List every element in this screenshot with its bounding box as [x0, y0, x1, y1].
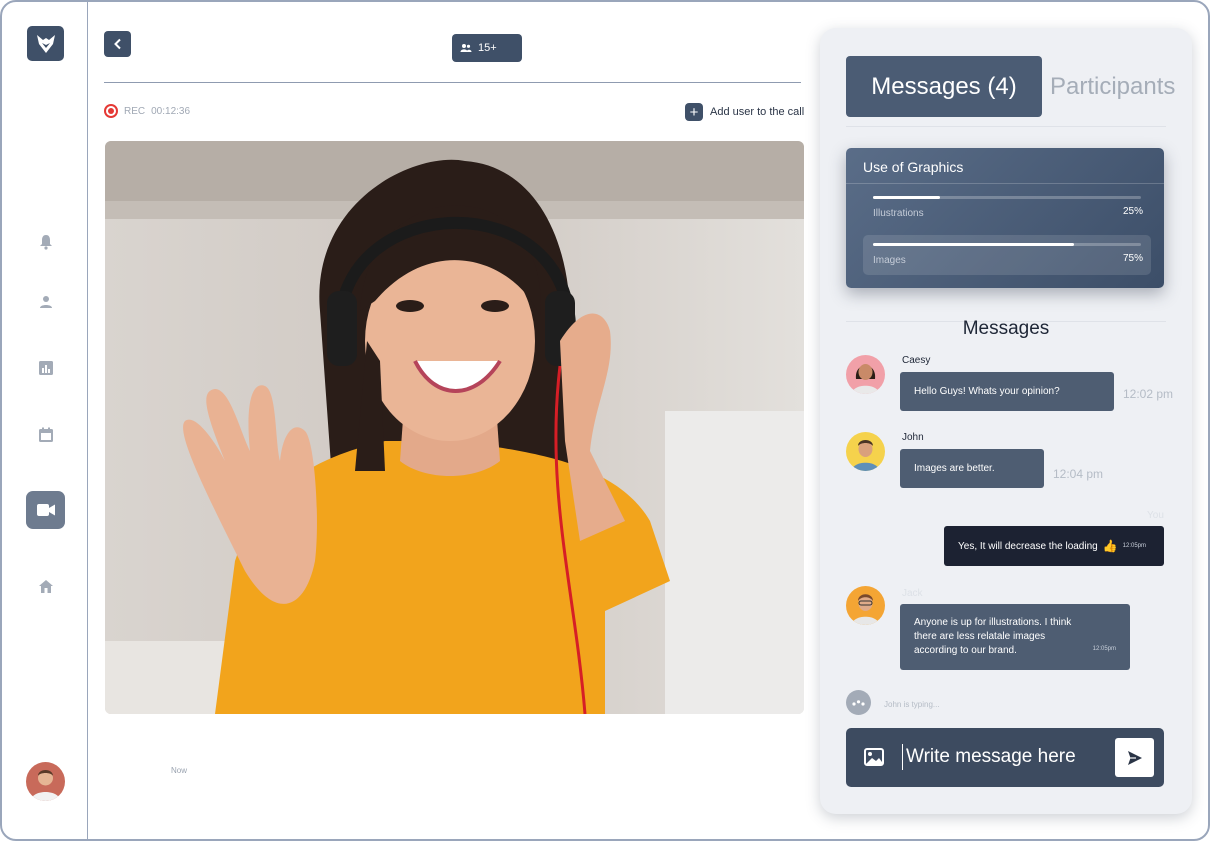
avatar[interactable]: [26, 762, 65, 801]
graphics-poll-card: Use of Graphics Illustrations 25% Images…: [846, 148, 1164, 288]
chart-icon[interactable]: [35, 357, 57, 379]
home-icon[interactable]: [35, 575, 57, 597]
sidebar: [2, 2, 88, 839]
rec-label: REC: [124, 105, 146, 117]
typing-indicator-text: John is typing...: [884, 700, 940, 709]
thumbs-up-icon: 👍: [1102, 539, 1118, 553]
message-bubble: Yes, It will decrease the loading 👍 12:0…: [944, 526, 1164, 566]
poll-divider: [846, 183, 1164, 184]
poll-option-images[interactable]: Images 75%: [863, 235, 1151, 275]
message-time: 12:05pm: [1122, 543, 1147, 549]
message-text: Anyone is up for illustrations. I think …: [914, 617, 1072, 656]
poll-track: [873, 243, 1141, 246]
people-icon: [460, 44, 472, 52]
message-sender: Caesy: [902, 355, 931, 366]
tab-divider: [846, 126, 1166, 127]
chat-panel: Messages (4) Participants Use of Graphic…: [820, 28, 1192, 814]
calendar-icon[interactable]: [35, 424, 57, 446]
poll-fill: [873, 243, 1074, 246]
image-icon[interactable]: [864, 748, 884, 766]
send-button[interactable]: [1115, 738, 1154, 777]
back-button[interactable]: [104, 31, 131, 57]
avatar[interactable]: [846, 586, 885, 625]
message-sender: You: [1147, 510, 1164, 521]
message-bubble: Hello Guys! Whats your opinion?: [900, 372, 1114, 411]
record-icon: [104, 104, 118, 118]
video-camera-icon[interactable]: [26, 491, 65, 529]
video-frame-image: [105, 141, 804, 714]
poll-option-label: Images: [873, 255, 906, 266]
typing-indicator-icon: [846, 690, 871, 715]
back-chevron-icon: [113, 38, 121, 50]
avatar[interactable]: [846, 432, 885, 471]
add-user-button[interactable]: + Add user to the call: [685, 103, 804, 121]
message-time: 12:02 pm: [1123, 387, 1174, 401]
poll-fill: [873, 196, 940, 199]
avatar[interactable]: [846, 355, 885, 394]
participants-count-badge[interactable]: 15+: [452, 34, 522, 62]
header-divider: [104, 82, 801, 83]
poll-track: [873, 196, 1141, 199]
user-icon[interactable]: [35, 291, 57, 313]
message-composer: [846, 728, 1164, 787]
add-user-label: Add user to the call: [710, 106, 805, 118]
send-icon: [1127, 750, 1142, 765]
now-label: Now: [171, 766, 188, 775]
recording-indicator: REC 00:12:36: [104, 104, 190, 118]
message-bubble: Anyone is up for illustrations. I think …: [900, 604, 1130, 670]
fox-logo-icon[interactable]: [27, 26, 64, 61]
message-time: 12:04 pm: [1053, 467, 1104, 481]
poll-option-percent: 75%: [1122, 253, 1143, 264]
rec-time: 00:12:36: [151, 105, 191, 117]
tab-participants[interactable]: Participants: [1050, 73, 1175, 101]
messages-heading: Messages: [962, 318, 1050, 339]
poll-option-percent: 25%: [1122, 206, 1143, 217]
bell-icon[interactable]: [35, 231, 57, 253]
message-sender: John: [902, 432, 924, 443]
plus-icon: +: [685, 103, 703, 121]
poll-option-label: Illustrations: [873, 208, 924, 219]
message-input[interactable]: [902, 744, 1112, 770]
poll-title: Use of Graphics: [863, 159, 964, 175]
message-sender: Jack: [902, 588, 923, 599]
poll-option-illustrations[interactable]: Illustrations 25%: [863, 188, 1151, 228]
message-text: Yes, It will decrease the loading: [958, 540, 1098, 552]
message-bubble: Images are better.: [900, 449, 1044, 488]
participants-count: 15+: [478, 42, 497, 54]
message-time: 12:05pm: [1092, 646, 1116, 652]
app-frame: 15+ REC 00:12:36 + Add user to the call: [0, 0, 1210, 841]
video-feed[interactable]: [105, 141, 804, 714]
tab-messages[interactable]: Messages (4): [846, 56, 1042, 117]
